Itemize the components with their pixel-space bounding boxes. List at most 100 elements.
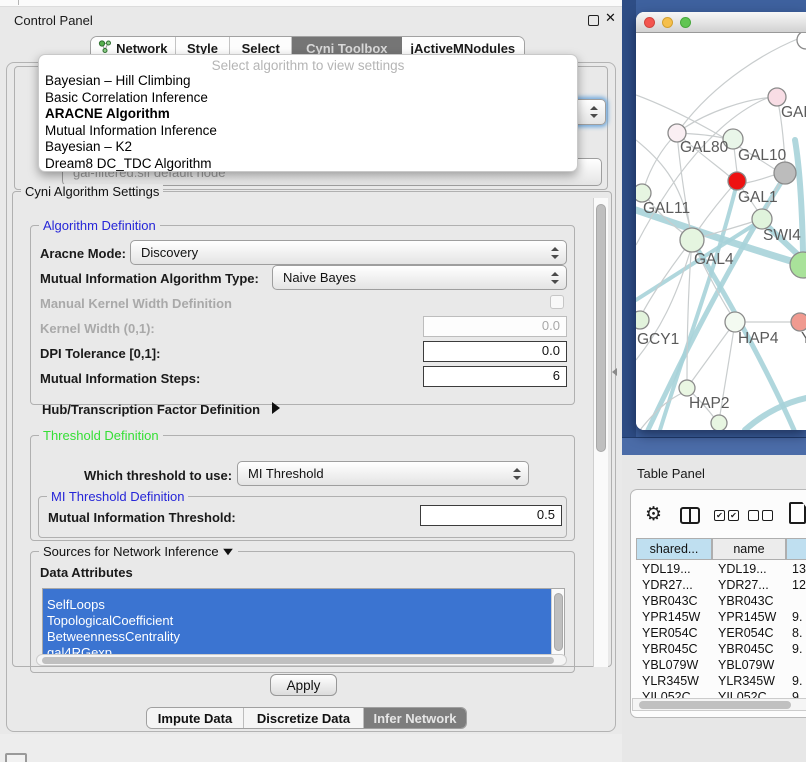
mi-algorithm-type-combo[interactable]: Naive Bayes bbox=[272, 265, 567, 290]
splitpane-collapse-icon[interactable] bbox=[612, 368, 617, 376]
network-edge[interactable] bbox=[687, 240, 692, 380]
network-edge-thick[interactable] bbox=[745, 398, 806, 430]
stepper-icon bbox=[590, 106, 598, 118]
control-panel-titlebar: Control Panel ✕ bbox=[0, 8, 622, 32]
dropdown-item[interactable]: Bayesian – Hill Climbing bbox=[39, 73, 577, 90]
settings-scrollbar[interactable] bbox=[593, 198, 608, 667]
aracne-mode-combo[interactable]: Discovery bbox=[130, 240, 567, 265]
network-node-big-green[interactable] bbox=[790, 252, 806, 278]
dropdown-item[interactable]: ARACNE Algorithm bbox=[39, 106, 577, 123]
table-cell: YLR345W bbox=[642, 674, 699, 688]
screen: Control Panel ✕ NetworkStyleSelectCyni T… bbox=[0, 0, 806, 762]
minimize-window-icon[interactable] bbox=[662, 17, 673, 28]
network-node-gal4[interactable] bbox=[680, 228, 704, 252]
dropdown-placeholder: Select algorithm to view settings bbox=[39, 58, 577, 73]
kernel-width-label: Kernel Width (0,1): bbox=[40, 321, 155, 336]
dpi-tolerance-field[interactable]: 0.0 bbox=[423, 341, 567, 362]
close-icon[interactable]: ✕ bbox=[605, 11, 616, 26]
dock-grip-icon[interactable] bbox=[5, 753, 27, 762]
table-row[interactable]: YDL19...YDL19...13 bbox=[631, 561, 806, 577]
attributes-scrollbar-thumb[interactable] bbox=[554, 593, 563, 651]
stepper-icon bbox=[551, 247, 559, 259]
table-hscrollbar-thumb[interactable] bbox=[639, 701, 791, 709]
column-header-shared[interactable]: shared... bbox=[636, 538, 712, 560]
network-window-titlebar[interactable] bbox=[636, 12, 806, 33]
attribute-item[interactable]: BetweennessCentrality bbox=[43, 629, 552, 645]
network-node-salmon[interactable] bbox=[791, 313, 806, 331]
dropdown-item[interactable]: Mutual Information Inference bbox=[39, 123, 577, 140]
expand-arrow-icon[interactable] bbox=[272, 402, 280, 414]
table-hscrollbar[interactable] bbox=[632, 698, 806, 711]
manual-kernel-checkbox[interactable] bbox=[550, 295, 564, 309]
data-attributes-list: SelfLoopsTopologicalCoefficientBetweenne… bbox=[42, 588, 565, 660]
table-cell: YPR145W bbox=[718, 610, 776, 624]
node-label-hap2: HAP2 bbox=[689, 395, 730, 412]
attributes-hscrollbar-thumb[interactable] bbox=[42, 657, 554, 664]
dropdown-item[interactable]: Bayesian – K2 bbox=[39, 139, 577, 156]
network-node-gal1[interactable] bbox=[728, 172, 746, 190]
mi-steps-label: Mutual Information Steps: bbox=[40, 371, 200, 386]
mi-steps-field[interactable]: 6 bbox=[423, 366, 567, 387]
settings-scrollbar-thumb[interactable] bbox=[596, 204, 606, 452]
network-canvas[interactable]: GALGAL80GAL10GAL1GAL11SWI4GAL4GCY1HAP4YH… bbox=[636, 33, 806, 430]
network-node-hap4[interactable] bbox=[725, 312, 745, 332]
network-node-gray[interactable] bbox=[774, 162, 796, 184]
column-header-a[interactable]: A bbox=[786, 538, 806, 560]
collapse-arrow-icon[interactable] bbox=[223, 549, 233, 555]
column-selector-icon[interactable] bbox=[680, 507, 700, 524]
deselect-all-checkboxes-icon[interactable] bbox=[748, 510, 759, 521]
table-row[interactable]: YDR27...YDR27...12 bbox=[631, 577, 806, 593]
table-row[interactable]: YBL079WYBL079W bbox=[631, 657, 806, 673]
desktop-bottom-band bbox=[622, 437, 806, 455]
attributes-list-scrollbar[interactable] bbox=[551, 589, 564, 659]
table-row[interactable]: YBR045CYBR045C9. bbox=[631, 641, 806, 657]
table-cell: YIL052C bbox=[642, 690, 691, 698]
zoom-window-icon[interactable] bbox=[680, 17, 691, 28]
kernel-width-field[interactable]: 0.0 bbox=[423, 316, 567, 337]
which-threshold-value: MI Threshold bbox=[248, 466, 324, 481]
dpi-tolerance-label: DPI Tolerance [0,1]: bbox=[40, 346, 160, 361]
tab-infer-network[interactable]: Infer Network bbox=[364, 708, 466, 728]
network-node-gcy1[interactable] bbox=[636, 311, 649, 329]
tab-discretize-data[interactable]: Discretize Data bbox=[244, 708, 364, 728]
network-edge[interactable] bbox=[643, 240, 692, 312]
close-window-icon[interactable] bbox=[644, 17, 655, 28]
float-panel-icon[interactable] bbox=[588, 15, 599, 26]
network-node-bottom-partial[interactable] bbox=[711, 415, 727, 430]
attribute-item[interactable]: TopologicalCoefficient bbox=[43, 613, 552, 629]
table-cell: YLR345W bbox=[718, 674, 775, 688]
mi-threshold-label: Mutual Information Threshold: bbox=[48, 510, 236, 525]
network-node-swi4[interactable] bbox=[752, 209, 772, 229]
table-row[interactable]: YPR145WYPR145W9. bbox=[631, 609, 806, 625]
attributes-hscrollbar[interactable] bbox=[36, 654, 567, 666]
which-threshold-combo[interactable]: MI Threshold bbox=[237, 461, 529, 486]
gear-icon[interactable]: ⚙ bbox=[645, 503, 662, 525]
column-header-name[interactable]: name bbox=[712, 538, 786, 560]
top-strip bbox=[0, 0, 622, 7]
dropdown-item[interactable]: Dream8 DC_TDC Algorithm bbox=[39, 156, 577, 173]
table-cell: 9. bbox=[792, 642, 802, 656]
table-row[interactable]: YLR345WYLR345W9. bbox=[631, 673, 806, 689]
network-node-top-partial[interactable] bbox=[797, 33, 806, 49]
table-row[interactable]: YIL052CYIL052C9 bbox=[631, 689, 806, 698]
table-row[interactable]: YER054CYER054C8. bbox=[631, 625, 806, 641]
deselect-all-checkboxes-icon[interactable] bbox=[762, 510, 773, 521]
table-cell: YDR27... bbox=[718, 578, 769, 592]
apply-button[interactable]: Apply bbox=[270, 674, 337, 696]
mi-threshold-field[interactable]: 0.5 bbox=[420, 505, 562, 526]
dropdown-item[interactable]: Basic Correlation Inference bbox=[39, 90, 577, 107]
list-item-partial[interactable] bbox=[43, 589, 552, 597]
select-all-checkboxes-icon[interactable]: ✔ bbox=[714, 510, 725, 521]
export-table-icon[interactable] bbox=[789, 502, 806, 524]
select-all-checkboxes-icon[interactable]: ✔ bbox=[728, 510, 739, 521]
control-panel: Control Panel ✕ NetworkStyleSelectCyni T… bbox=[0, 7, 622, 734]
tab-impute-data[interactable]: Impute Data bbox=[147, 708, 244, 728]
mi-algorithm-type-value: Naive Bayes bbox=[283, 270, 356, 285]
attribute-item[interactable]: SelfLoops bbox=[43, 597, 552, 613]
table-cell: YER054C bbox=[642, 626, 698, 640]
table-cell: YER054C bbox=[718, 626, 774, 640]
network-edge[interactable] bbox=[746, 175, 774, 183]
table-row[interactable]: YBR043CYBR043C bbox=[631, 593, 806, 609]
network-node-hap2[interactable] bbox=[679, 380, 695, 396]
desktop-edge bbox=[622, 0, 636, 455]
